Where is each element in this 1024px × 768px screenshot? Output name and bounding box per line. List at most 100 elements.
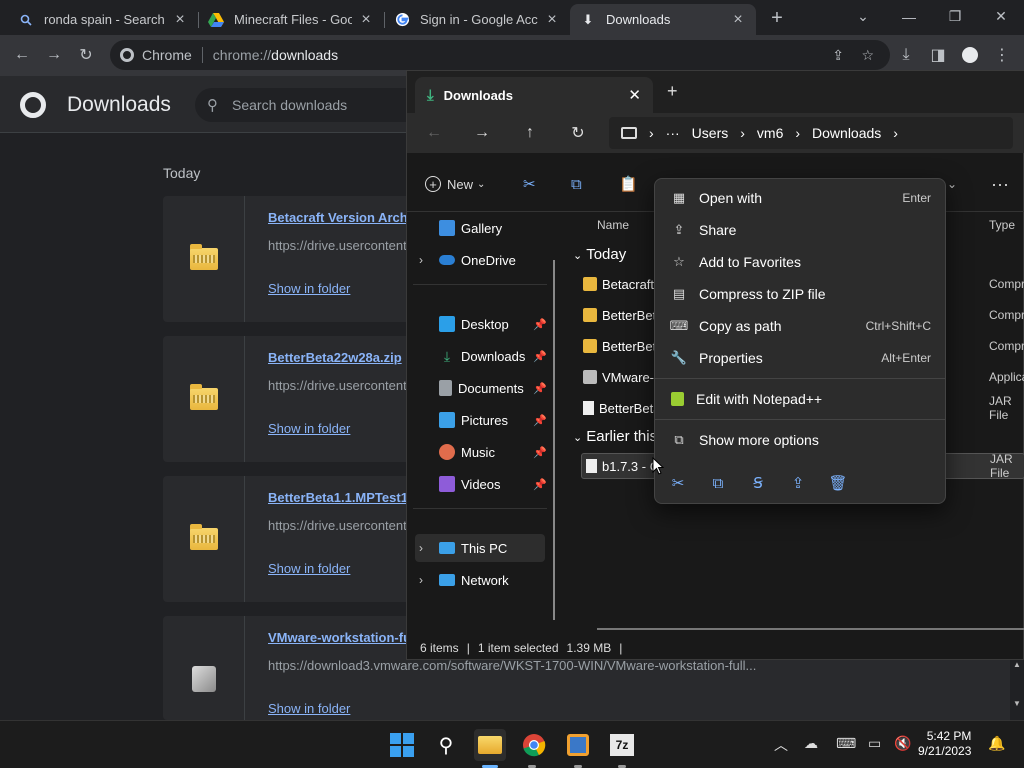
nav-item-onedrive[interactable]: › OneDrive (415, 246, 545, 274)
refresh-icon[interactable]: ↻ (563, 119, 593, 147)
keyboard-icon[interactable]: ⌨ (836, 735, 856, 752)
breadcrumb-vm6[interactable]: vm6 (757, 125, 783, 141)
notification-bell-icon[interactable]: 🔔 (988, 735, 1005, 752)
downloads-toolbar-icon[interactable]: ⤓ (892, 41, 920, 69)
minimize-icon[interactable]: — (886, 0, 932, 33)
menu-item-share[interactable]: ⇪ Share (659, 215, 941, 245)
nav-item-desktop[interactable]: Desktop 📌 (415, 310, 547, 338)
forward-icon[interactable]: → (40, 41, 68, 69)
close-tab-icon[interactable]: × (172, 11, 188, 29)
menu-kebab-icon[interactable]: ⋮ (988, 41, 1016, 69)
tab-search-chevron-icon[interactable]: ⌄ (840, 0, 886, 33)
breadcrumb-users[interactable]: Users (692, 125, 729, 141)
view-dropdown-icon[interactable]: ⌄ (947, 170, 957, 198)
show-in-folder-link[interactable]: Show in folder (268, 281, 350, 296)
breadcrumb-downloads[interactable]: Downloads (812, 125, 881, 141)
close-tab-icon[interactable]: × (730, 11, 746, 29)
column-header-type[interactable]: Type (989, 218, 1015, 232)
onedrive-tray-icon[interactable]: ☁ (804, 735, 818, 752)
menu-item-copy-as-path[interactable]: ⌨ Copy as path Ctrl+Shift+C (659, 311, 941, 341)
download-file-link[interactable]: Betacraft Version Archi (268, 210, 411, 225)
zip-folder-icon (583, 277, 597, 291)
download-file-link[interactable]: BetterBeta22w28a.zip (268, 350, 402, 365)
nav-item-videos[interactable]: Videos 📌 (415, 470, 547, 498)
address-bar[interactable]: Chrome chrome:// downloads ⇪ ☆ (110, 40, 890, 70)
share-icon[interactable]: ⇪ (786, 471, 810, 495)
explorer-tab-downloads[interactable]: ⤓ Downloads ✕ (415, 77, 653, 113)
taskbar-chrome-icon[interactable] (518, 729, 550, 761)
new-tab-button[interactable]: + (764, 6, 790, 30)
volume-muted-icon[interactable]: 🔇 (894, 735, 911, 752)
menu-item-compress-zip[interactable]: ▤ Compress to ZIP file (659, 279, 941, 309)
tab-downloads[interactable]: ⬇ Downloads × (570, 4, 756, 35)
close-window-icon[interactable]: ✕ (978, 0, 1024, 33)
file-list-hscrollbar[interactable] (597, 628, 1024, 630)
network-tray-icon[interactable]: ▭ (868, 735, 881, 752)
back-icon[interactable]: ← (8, 41, 36, 69)
back-icon[interactable]: ← (419, 119, 449, 147)
nav-item-gallery[interactable]: Gallery (415, 214, 545, 242)
column-header-name[interactable]: Name (597, 218, 629, 232)
zip-folder-icon (189, 524, 218, 550)
taskbar-search-icon[interactable]: ⚲ (430, 729, 462, 761)
date-section-label: Today (163, 165, 201, 181)
rename-icon[interactable]: Ꞩ (746, 471, 770, 495)
new-button[interactable]: + New ⌄ (425, 170, 485, 198)
start-windows-icon[interactable] (386, 729, 418, 761)
tab-google-signin[interactable]: Sign in - Google Accou × (384, 4, 570, 35)
group-header-today[interactable]: ⌄ Today (573, 246, 626, 263)
restore-icon[interactable]: ❐ (932, 0, 978, 33)
forward-icon[interactable]: → (467, 119, 497, 147)
group-header-earlier[interactable]: ⌄ Earlier this (573, 428, 657, 445)
taskbar-app-icon[interactable] (562, 729, 594, 761)
chevron-right-icon[interactable]: › (419, 253, 423, 267)
nav-item-music[interactable]: Music 📌 (415, 438, 547, 466)
menu-item-add-favorites[interactable]: ☆ Add to Favorites (659, 247, 941, 277)
show-in-folder-link[interactable]: Show in folder (268, 421, 350, 436)
nav-item-network[interactable]: › Network (415, 566, 545, 594)
copy-icon[interactable]: ⧉ (706, 471, 730, 495)
paste-icon[interactable]: 📋 (619, 170, 638, 198)
side-panel-icon[interactable]: ◨ (924, 41, 952, 69)
copy-icon[interactable]: ⧉ (571, 170, 582, 198)
new-explorer-tab-button[interactable]: + (667, 81, 678, 102)
nav-item-this-pc[interactable]: › This PC (415, 534, 545, 562)
menu-item-properties[interactable]: 🔧 Properties Alt+Enter (659, 343, 941, 373)
close-tab-icon[interactable]: × (544, 11, 560, 29)
menu-item-notepad-plus[interactable]: Edit with Notepad++ (659, 384, 941, 414)
up-icon[interactable]: ↑ (515, 119, 545, 147)
reload-icon[interactable]: ↻ (72, 41, 100, 69)
nav-item-documents[interactable]: Documents 📌 (415, 374, 547, 402)
download-file-link[interactable]: BetterBeta1.1.MPTest1Ja (268, 490, 422, 505)
taskbar-clock[interactable]: 5:42 PM 9/21/2023 (918, 729, 971, 759)
taskbar-7zip-icon[interactable]: 7z (606, 729, 638, 761)
profile-icon[interactable] (956, 41, 984, 69)
nav-pane-scrollbar[interactable] (553, 260, 555, 620)
nav-item-pictures[interactable]: Pictures 📌 (415, 406, 547, 434)
close-tab-icon[interactable]: ✕ (628, 86, 641, 104)
download-url: https://download3.vmware.com/software/WK… (268, 658, 757, 673)
cut-icon[interactable]: ✂ (523, 170, 536, 198)
show-in-folder-link[interactable]: Show in folder (268, 701, 350, 716)
share-page-icon[interactable]: ⇪ (832, 47, 844, 64)
download-file-link[interactable]: VMware-workstation-fu (268, 630, 411, 645)
more-options-icon[interactable]: ··· (991, 170, 1009, 198)
delete-icon[interactable]: 🗑 (826, 471, 850, 495)
close-tab-icon[interactable]: × (358, 11, 374, 29)
menu-item-open-with[interactable]: ▦ Open with Enter (659, 183, 941, 213)
bookmark-star-icon[interactable]: ☆ (861, 47, 874, 64)
show-in-folder-link[interactable]: Show in folder (268, 561, 350, 576)
tray-overflow-chevron-icon[interactable]: ︿ (774, 735, 788, 755)
tab-minecraft-files[interactable]: Minecraft Files - Googl × (198, 4, 384, 35)
chevron-right-icon[interactable]: › (419, 541, 423, 555)
explorer-address-bar[interactable]: › ··· Users › vm6 › Downloads › (609, 117, 1013, 149)
more-path-icon[interactable]: ··· (666, 125, 680, 141)
menu-item-show-more-options[interactable]: ⧉ Show more options (659, 425, 941, 455)
tab-title: Minecraft Files - Googl (234, 12, 352, 27)
chevron-right-icon[interactable]: › (419, 573, 423, 587)
page-scrollbar[interactable]: ▲ ▼ (1010, 660, 1024, 720)
tab-search[interactable]: ronda spain - Search × (8, 4, 198, 35)
taskbar-file-explorer-icon[interactable] (474, 729, 506, 761)
cut-icon[interactable]: ✂ (666, 471, 690, 495)
nav-item-downloads[interactable]: ⤓ Downloads 📌 (415, 342, 547, 370)
